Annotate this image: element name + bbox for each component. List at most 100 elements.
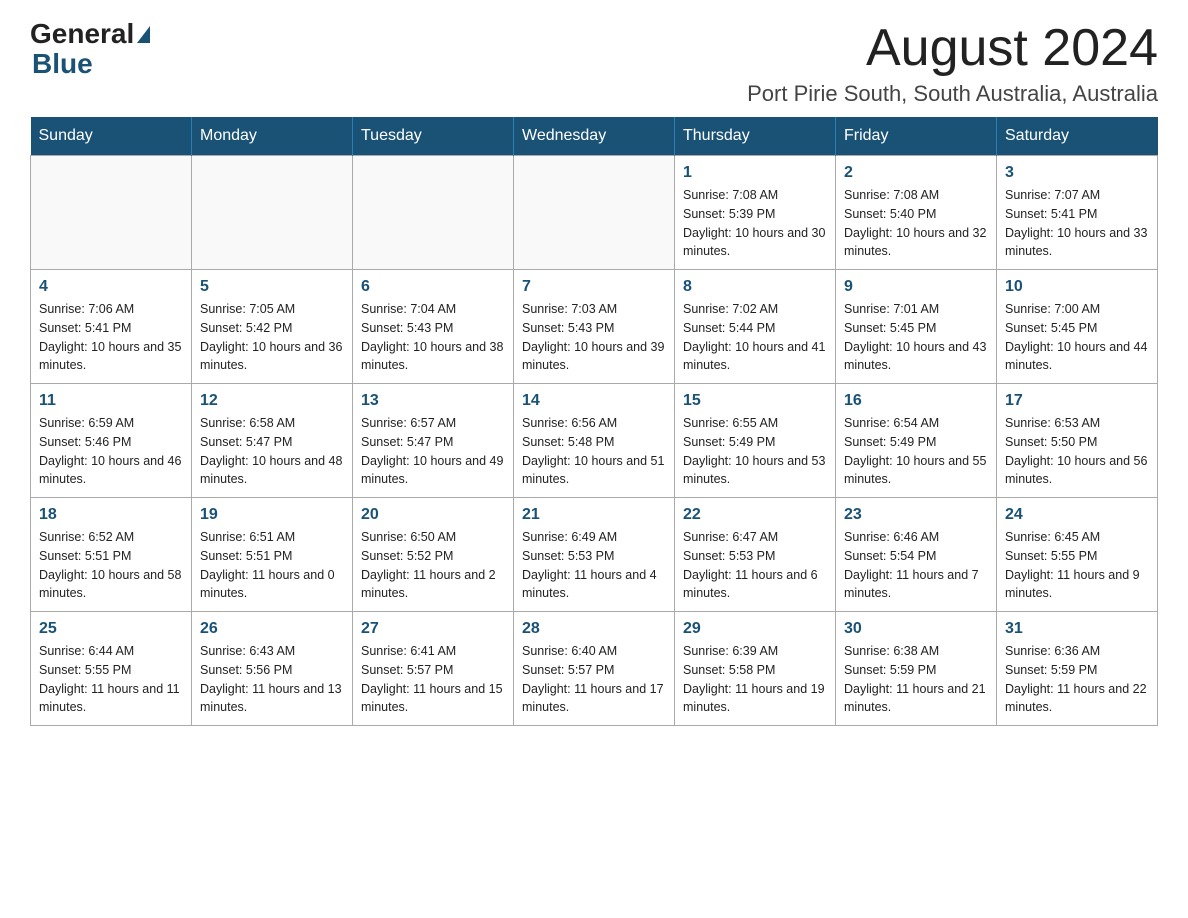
day-number: 25 — [39, 620, 183, 638]
calendar-cell: 7Sunrise: 7:03 AMSunset: 5:43 PMDaylight… — [514, 270, 675, 384]
calendar-cell: 2Sunrise: 7:08 AMSunset: 5:40 PMDaylight… — [836, 156, 997, 270]
calendar-cell: 30 Sunrise: 6:38 AMSunset: 5:59 PMDayligh… — [836, 612, 997, 726]
day-number: 13 — [361, 392, 505, 410]
logo-general-part: General — [30, 20, 134, 48]
day-info: Sunrise: 7:07 AMSunset: 5:41 PMDaylight:… — [1005, 186, 1149, 261]
day-number: 3 — [1005, 164, 1149, 182]
calendar-row-0: 1 Sunrise: 7:08 AMSunset: 5:39 PMDaylight… — [31, 156, 1158, 270]
day-number: 2 — [844, 164, 988, 182]
day-number: 11 — [39, 392, 183, 410]
day-number: 5 — [200, 278, 344, 296]
day-info: Sunrise: 6:52 AMSunset: 5:51 PMDaylight:… — [39, 528, 183, 603]
logo-triangle-icon — [137, 26, 150, 43]
weekday-header-tuesday: Tuesday — [353, 117, 514, 156]
day-info: Sunrise: 6:36 AMSunset: 5:59 PMDaylight:… — [1005, 642, 1149, 717]
day-number: 29 — [683, 620, 827, 638]
day-number: 24 — [1005, 506, 1149, 524]
calendar-row-2: 11Sunrise: 6:59 AMSunset: 5:46 PMDayligh… — [31, 384, 1158, 498]
day-number: 1 — [683, 164, 827, 182]
calendar-cell: 20Sunrise: 6:50 AMSunset: 5:52 PMDayligh… — [353, 498, 514, 612]
day-number: 17 — [1005, 392, 1149, 410]
day-info: Sunrise: 7:06 AMSunset: 5:41 PMDaylight:… — [39, 300, 183, 375]
calendar-row-3: 18Sunrise: 6:52 AMSunset: 5:51 PMDayligh… — [31, 498, 1158, 612]
calendar-cell: 21Sunrise: 6:49 AMSunset: 5:53 PMDayligh… — [514, 498, 675, 612]
day-number: 16 — [844, 392, 988, 410]
logo-blue-part: Blue — [32, 48, 93, 79]
calendar-cell: 27 Sunrise: 6:41 AMSunset: 5:57 PMDayligh… — [353, 612, 514, 726]
calendar-cell: 31 Sunrise: 6:36 AMSunset: 5:59 PMDayligh… — [997, 612, 1158, 726]
weekday-header-wednesday: Wednesday — [514, 117, 675, 156]
calendar-cell: 10Sunrise: 7:00 AMSunset: 5:45 PMDayligh… — [997, 270, 1158, 384]
calendar-cell: 1 Sunrise: 7:08 AMSunset: 5:39 PMDaylight… — [675, 156, 836, 270]
calendar-cell: 28Sunrise: 6:40 AMSunset: 5:57 PMDayligh… — [514, 612, 675, 726]
day-number: 22 — [683, 506, 827, 524]
calendar-table: SundayMondayTuesdayWednesdayThursdayFrid… — [30, 117, 1158, 726]
day-info: Sunrise: 6:41 AMSunset: 5:57 PMDaylight:… — [361, 642, 505, 717]
calendar-cell — [192, 156, 353, 270]
day-info: Sunrise: 6:47 AMSunset: 5:53 PMDaylight:… — [683, 528, 827, 603]
day-number: 23 — [844, 506, 988, 524]
day-number: 6 — [361, 278, 505, 296]
weekday-header-row: SundayMondayTuesdayWednesdayThursdayFrid… — [31, 117, 1158, 156]
calendar-cell: 25 Sunrise: 6:44 AMSunset: 5:55 PMDayligh… — [31, 612, 192, 726]
day-number: 4 — [39, 278, 183, 296]
day-info: Sunrise: 6:55 AMSunset: 5:49 PMDaylight:… — [683, 414, 827, 489]
calendar-cell — [514, 156, 675, 270]
page-header: General Blue August 2024 Port Pirie Sout… — [30, 20, 1158, 107]
title-section: August 2024 Port Pirie South, South Aust… — [747, 20, 1158, 107]
day-info: Sunrise: 6:46 AMSunset: 5:54 PMDaylight:… — [844, 528, 988, 603]
day-number: 31 — [1005, 620, 1149, 638]
weekday-header-sunday: Sunday — [31, 117, 192, 156]
day-number: 19 — [200, 506, 344, 524]
calendar-cell: 5 Sunrise: 7:05 AMSunset: 5:42 PMDaylight… — [192, 270, 353, 384]
day-info: Sunrise: 6:57 AMSunset: 5:47 PMDaylight:… — [361, 414, 505, 489]
day-info: Sunrise: 6:49 AMSunset: 5:53 PMDaylight:… — [522, 528, 666, 603]
weekday-header-monday: Monday — [192, 117, 353, 156]
calendar-cell: 26Sunrise: 6:43 AMSunset: 5:56 PMDayligh… — [192, 612, 353, 726]
day-info: Sunrise: 6:38 AMSunset: 5:59 PMDaylight:… — [844, 642, 988, 717]
calendar-cell: 15 Sunrise: 6:55 AMSunset: 5:49 PMDayligh… — [675, 384, 836, 498]
location-subtitle: Port Pirie South, South Australia, Austr… — [747, 81, 1158, 107]
calendar-cell: 23 Sunrise: 6:46 AMSunset: 5:54 PMDayligh… — [836, 498, 997, 612]
day-number: 10 — [1005, 278, 1149, 296]
calendar-cell: 4 Sunrise: 7:06 AMSunset: 5:41 PMDaylight… — [31, 270, 192, 384]
logo: General Blue — [30, 20, 153, 80]
day-number: 26 — [200, 620, 344, 638]
day-number: 30 — [844, 620, 988, 638]
calendar-cell: 8Sunrise: 7:02 AMSunset: 5:44 PMDaylight… — [675, 270, 836, 384]
calendar-row-1: 4 Sunrise: 7:06 AMSunset: 5:41 PMDaylight… — [31, 270, 1158, 384]
calendar-cell: 3 Sunrise: 7:07 AMSunset: 5:41 PMDaylight… — [997, 156, 1158, 270]
day-info: Sunrise: 6:56 AMSunset: 5:48 PMDaylight:… — [522, 414, 666, 489]
calendar-cell: 24Sunrise: 6:45 AMSunset: 5:55 PMDayligh… — [997, 498, 1158, 612]
day-number: 27 — [361, 620, 505, 638]
weekday-header-thursday: Thursday — [675, 117, 836, 156]
calendar-cell: 12Sunrise: 6:58 AMSunset: 5:47 PMDayligh… — [192, 384, 353, 498]
day-info: Sunrise: 6:44 AMSunset: 5:55 PMDaylight:… — [39, 642, 183, 717]
calendar-cell: 11Sunrise: 6:59 AMSunset: 5:46 PMDayligh… — [31, 384, 192, 498]
calendar-row-4: 25 Sunrise: 6:44 AMSunset: 5:55 PMDayligh… — [31, 612, 1158, 726]
day-info: Sunrise: 7:05 AMSunset: 5:42 PMDaylight:… — [200, 300, 344, 375]
day-number: 15 — [683, 392, 827, 410]
calendar-cell: 6 Sunrise: 7:04 AMSunset: 5:43 PMDaylight… — [353, 270, 514, 384]
day-info: Sunrise: 6:40 AMSunset: 5:57 PMDaylight:… — [522, 642, 666, 717]
calendar-cell: 17 Sunrise: 6:53 AMSunset: 5:50 PMDayligh… — [997, 384, 1158, 498]
day-info: Sunrise: 6:58 AMSunset: 5:47 PMDaylight:… — [200, 414, 344, 489]
calendar-cell — [353, 156, 514, 270]
weekday-header-friday: Friday — [836, 117, 997, 156]
day-number: 8 — [683, 278, 827, 296]
calendar-cell: 22 Sunrise: 6:47 AMSunset: 5:53 PMDayligh… — [675, 498, 836, 612]
day-info: Sunrise: 6:50 AMSunset: 5:52 PMDaylight:… — [361, 528, 505, 603]
calendar-cell: 18Sunrise: 6:52 AMSunset: 5:51 PMDayligh… — [31, 498, 192, 612]
day-info: Sunrise: 6:54 AMSunset: 5:49 PMDaylight:… — [844, 414, 988, 489]
calendar-cell: 14Sunrise: 6:56 AMSunset: 5:48 PMDayligh… — [514, 384, 675, 498]
calendar-cell: 29 Sunrise: 6:39 AMSunset: 5:58 PMDayligh… — [675, 612, 836, 726]
day-info: Sunrise: 7:01 AMSunset: 5:45 PMDaylight:… — [844, 300, 988, 375]
day-info: Sunrise: 6:39 AMSunset: 5:58 PMDaylight:… — [683, 642, 827, 717]
day-number: 7 — [522, 278, 666, 296]
calendar-cell: 13 Sunrise: 6:57 AMSunset: 5:47 PMDayligh… — [353, 384, 514, 498]
day-info: Sunrise: 6:53 AMSunset: 5:50 PMDaylight:… — [1005, 414, 1149, 489]
calendar-cell — [31, 156, 192, 270]
day-info: Sunrise: 7:08 AMSunset: 5:39 PMDaylight:… — [683, 186, 827, 261]
day-number: 9 — [844, 278, 988, 296]
day-info: Sunrise: 7:04 AMSunset: 5:43 PMDaylight:… — [361, 300, 505, 375]
